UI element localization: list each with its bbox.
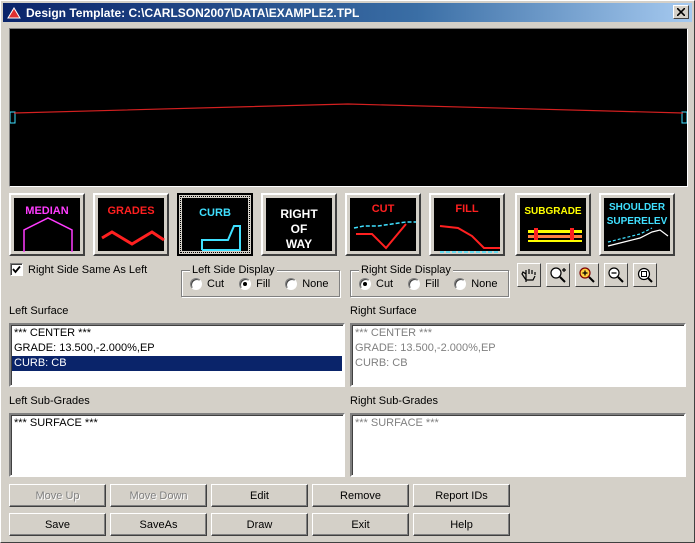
list-item: *** CENTER *** [355,327,433,339]
zoom-window-icon [637,267,653,283]
zoom-out-button[interactable] [604,263,628,287]
list-item[interactable]: GRADE: 13.500,-2.000%,EP [12,341,342,356]
move-down-button[interactable]: Move Down [110,484,207,507]
save-as-button[interactable]: SaveAs [110,513,207,536]
draw-button[interactable]: Draw [211,513,308,536]
right-surface-label: Right Surface [350,305,417,317]
grades-button[interactable]: GRADES [93,193,169,256]
right-side-display-legend: Right Side Display [359,264,453,276]
template-preview[interactable] [9,28,688,187]
right-side-same-label: Right Side Same As Left [28,263,148,276]
left-surface-list[interactable]: *** CENTER *** GRADE: 13.500,-2.000%,EP … [9,323,345,387]
title-bar[interactable]: Design Template: C:\CARLSON2007\DATA\EXA… [3,3,692,22]
remove-button[interactable]: Remove [312,484,409,507]
checkbox-box[interactable] [10,263,23,276]
report-ids-button[interactable]: Report IDs [413,484,510,507]
list-item: *** SURFACE *** [355,417,439,429]
design-template-window: Design Template: C:\CARLSON2007\DATA\EXA… [0,0,695,543]
cut-icon [353,221,416,250]
grades-icon [101,230,165,246]
subgrade-icon [528,228,582,242]
left-side-display-legend: Left Side Display [190,264,277,276]
move-up-button[interactable]: Move Up [9,484,106,507]
right-of-way-button[interactable]: RIGHT OF WAY [261,193,337,256]
zoom-in-button[interactable] [575,263,599,287]
close-button[interactable] [673,5,689,19]
fill-icon [439,225,500,253]
zoom-window-button[interactable] [633,263,657,287]
list-item: GRADE: 13.500,-2.000%,EP [355,342,496,354]
left-subgrades-list[interactable]: *** SURFACE *** [9,413,345,477]
right-of-way-label-2: OF [290,222,308,236]
close-icon [677,8,685,16]
left-display-none-radio[interactable]: None [285,278,328,290]
save-button[interactable]: Save [9,513,106,536]
curb-icon [201,225,241,251]
right-of-way-label-3: WAY [285,237,313,251]
list-item[interactable]: *** SURFACE *** [12,416,342,431]
list-item[interactable]: *** CENTER *** [12,326,342,341]
help-button[interactable]: Help [413,513,510,536]
right-display-cut-radio[interactable]: Cut [359,278,393,290]
app-icon [6,5,22,21]
right-surface-list: *** CENTER *** GRADE: 13.500,-2.000%,EP … [350,323,686,387]
fill-button[interactable]: FILL [429,193,505,256]
shoulder-superelev-button[interactable]: SHOULDER SUPERELEV [599,193,675,256]
list-item: CURB: CB [355,357,408,369]
right-display-fill-radio[interactable]: Fill [408,278,439,290]
left-side-display-group: Left Side Display Cut Fill None [181,264,340,297]
list-item-selected[interactable]: CURB: CB [12,356,342,371]
cut-button[interactable]: CUT [345,193,421,256]
zoom-in-icon [579,267,595,283]
right-subgrades-list: *** SURFACE *** [350,413,686,477]
exit-button[interactable]: Exit [312,513,409,536]
median-icon [23,217,73,252]
left-surface-label: Left Surface [9,305,69,317]
zoom-extents-button[interactable] [546,263,570,287]
right-side-same-checkbox[interactable]: Right Side Same As Left [10,263,147,276]
right-side-display-group: Right Side Display Cut Fill None [350,264,509,297]
edit-button[interactable]: Edit [211,484,308,507]
median-button[interactable]: MEDIAN [9,193,85,256]
subgrade-button[interactable]: SUBGRADE [515,193,591,256]
zoom-out-icon [608,267,624,283]
curb-button[interactable]: CURB [177,193,253,256]
left-subgrades-label: Left Sub-Grades [9,395,90,407]
right-subgrades-label: Right Sub-Grades [350,395,439,407]
zoom-extents-icon [550,267,566,283]
pan-icon [521,269,536,282]
pan-button[interactable] [517,263,541,287]
right-display-none-radio[interactable]: None [454,278,497,290]
window-title: Design Template: C:\CARLSON2007\DATA\EXA… [26,5,360,20]
left-display-fill-radio[interactable]: Fill [239,278,270,290]
superelevation-icon [607,227,669,247]
right-of-way-label-1: RIGHT [280,207,318,221]
checkmark-icon [12,265,21,274]
left-display-cut-radio[interactable]: Cut [190,278,224,290]
